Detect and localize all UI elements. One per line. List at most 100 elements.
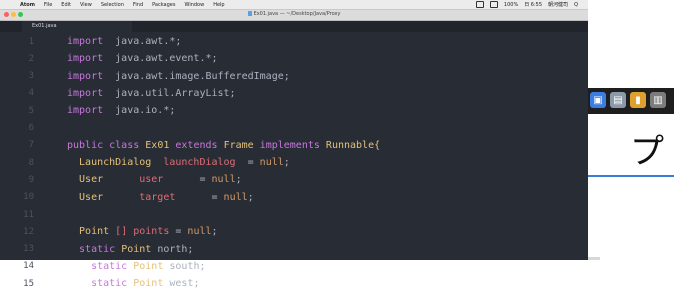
code-token: null: [211, 174, 236, 186]
code-token: static: [67, 278, 134, 290]
code-token: implements: [259, 139, 326, 151]
line-number: 6: [28, 123, 34, 133]
code-line[interactable]: 8 LaunchDialog launchDialog = null;: [0, 154, 588, 171]
code-line[interactable]: 14 static Point south;: [0, 258, 588, 275]
spotlight-icon[interactable]: Q: [574, 2, 578, 8]
code-token: Point: [67, 226, 116, 238]
preview-icon[interactable]: ▤: [610, 92, 626, 108]
code-line[interactable]: 6: [0, 120, 588, 137]
code-token: west;: [169, 278, 200, 290]
code-token: null: [187, 226, 212, 238]
code-text: import java.util.ArrayList;: [67, 88, 236, 99]
code-token: import: [67, 105, 104, 117]
code-text: LaunchDialog launchDialog = null;: [67, 157, 290, 168]
code-line[interactable]: 7 public class Ex01 extends Frame impleme…: [0, 137, 588, 154]
code-token: []: [115, 226, 134, 238]
status-area: 100% 日 6:55 朝河健司 Q: [475, 0, 578, 9]
window-title: Ex01.java — ~/Desktop/Java/Proxy: [0, 11, 588, 17]
line-number: 13: [23, 244, 34, 255]
line-number: 7: [28, 140, 34, 151]
menu-file[interactable]: File: [44, 2, 52, 8]
code-token: User: [67, 191, 140, 203]
code-token: Point: [133, 260, 170, 272]
code-text: import java.awt.*;: [67, 36, 181, 47]
code-token: java.awt.event.*;: [103, 53, 218, 65]
menu-view[interactable]: View: [80, 2, 92, 8]
code-token: user: [139, 174, 164, 186]
code-token: null: [223, 191, 248, 203]
user-name[interactable]: 朝河健司: [548, 1, 568, 8]
tab-ex01-java[interactable]: Ex01.java: [22, 21, 132, 32]
code-token: =: [169, 226, 188, 238]
wifi-icon[interactable]: [475, 1, 484, 8]
code-text: import java.awt.event.*;: [67, 53, 218, 64]
code-token: Point: [121, 243, 158, 255]
code-line[interactable]: 11: [0, 206, 588, 223]
code-text: Point [] points = null;: [67, 226, 218, 237]
menu-packages[interactable]: Packages: [152, 2, 175, 8]
code-line[interactable]: 10 User target = null;: [0, 189, 588, 206]
code-token: LaunchDialog: [67, 157, 164, 169]
code-line[interactable]: 9 User user = null;: [0, 171, 588, 188]
code-token: =: [163, 174, 212, 186]
trash-icon[interactable]: ▥: [650, 92, 666, 108]
code-line[interactable]: 4 import java.util.ArrayList;: [0, 85, 588, 102]
background-toolbar-icons: ▣ ▤ ▮ ▥: [590, 92, 666, 108]
menu-app-name[interactable]: Atom: [20, 2, 35, 8]
code-token: import: [67, 87, 104, 99]
code-text: import java.io.*;: [67, 105, 175, 116]
code-line[interactable]: 3 import java.awt.image.BufferedImage;: [0, 68, 588, 85]
line-number: 11: [23, 209, 34, 220]
code-token: static: [67, 260, 134, 272]
line-number: 9: [28, 174, 34, 185]
code-token: =: [235, 157, 260, 169]
code-token: User: [67, 174, 140, 186]
finder-icon[interactable]: ▣: [590, 92, 606, 108]
code-text: static Point north;: [67, 244, 193, 255]
code-line[interactable]: 1 import java.awt.*;: [0, 33, 588, 50]
line-number: 12: [23, 226, 34, 237]
code-token: java.util.ArrayList;: [103, 87, 236, 99]
code-token: java.awt.*;: [103, 36, 182, 47]
document-icon: [247, 11, 252, 16]
code-text: public class Ex01 extends Frame implemen…: [67, 140, 380, 151]
code-line[interactable]: 13 static Point north;: [0, 241, 588, 258]
code-token: Point: [133, 278, 170, 290]
code-token: import: [67, 36, 104, 47]
volume-icon[interactable]: [489, 1, 498, 8]
code-text: static Point south;: [67, 261, 205, 272]
line-number: 4: [28, 88, 34, 99]
code-token: points: [133, 226, 170, 238]
code-token: Ex01: [145, 139, 176, 151]
code-token: south;: [169, 260, 206, 272]
window-title-text: Ex01.java — ~/Desktop/Java/Proxy: [253, 11, 341, 17]
line-number: 1: [28, 36, 34, 47]
code-token: Frame: [223, 139, 260, 151]
code-token: ;: [283, 157, 290, 169]
code-text: User user = null;: [67, 174, 242, 185]
clock-text[interactable]: 日 6:55: [524, 1, 542, 8]
code-line[interactable]: 5 import java.io.*;: [0, 102, 588, 119]
tab-bar: Ex01.java: [0, 21, 588, 32]
background-divider: [588, 175, 674, 177]
menu-window[interactable]: Window: [184, 2, 204, 8]
battery-percent[interactable]: 100%: [504, 2, 518, 8]
code-token: extends: [175, 139, 224, 151]
menu-selection[interactable]: Selection: [101, 2, 124, 8]
code-line[interactable]: 12 Point [] points = null;: [0, 223, 588, 240]
line-number: 8: [28, 157, 34, 168]
code-text: static Point west;: [67, 278, 199, 289]
menu-edit[interactable]: Edit: [61, 2, 71, 8]
code-editor[interactable]: 1 import java.awt.*; 2 import java.awt.even…: [0, 33, 588, 289]
line-number: 2: [28, 53, 34, 64]
code-token: null: [259, 157, 284, 169]
background-japanese-char: プ: [630, 132, 664, 172]
chart-icon[interactable]: ▮: [630, 92, 646, 108]
code-token: ;: [235, 174, 242, 186]
menu-find[interactable]: Find: [133, 2, 143, 8]
code-token: import: [67, 53, 104, 65]
code-line[interactable]: 2 import java.awt.event.*;: [0, 50, 588, 67]
code-line[interactable]: 15 static Point west;: [0, 275, 588, 292]
code-token: java.io.*;: [103, 105, 176, 117]
menu-help[interactable]: Help: [213, 2, 224, 8]
